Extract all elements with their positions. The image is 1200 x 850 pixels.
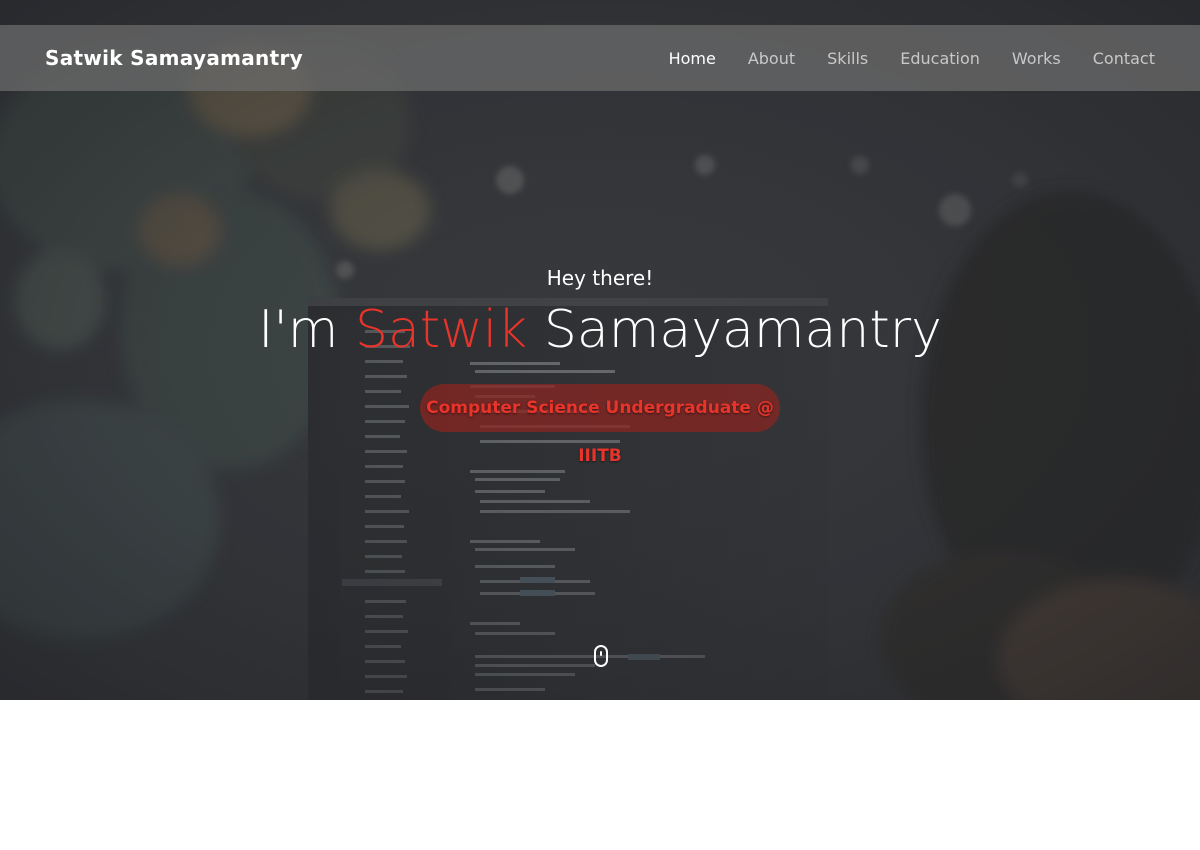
mouse-wheel-icon — [600, 651, 602, 656]
brand-logo-text[interactable]: Satwik Samayamantry — [45, 25, 303, 91]
headline-first-name: Satwik — [354, 300, 528, 360]
content-below-hero — [0, 700, 1200, 850]
hero-headline: I'm Satwik Samayamantry — [0, 300, 1200, 360]
nav-link-works[interactable]: Works — [1012, 49, 1061, 68]
headline-last-name: Samayamantry — [543, 300, 942, 360]
nav-link-contact[interactable]: Contact — [1093, 49, 1155, 68]
hero-section: Satwik Samayamantry Home About Skills Ed… — [0, 0, 1200, 700]
headline-prefix: I'm — [258, 300, 339, 360]
hero-tagline-badge: Computer Science Undergraduate @ IIITB — [420, 384, 780, 466]
nav-link-home[interactable]: Home — [669, 49, 716, 68]
nav-link-about[interactable]: About — [748, 49, 795, 68]
hero-greeting: Hey there! — [546, 266, 654, 290]
nav-link-education[interactable]: Education — [900, 49, 980, 68]
nav-link-skills[interactable]: Skills — [827, 49, 868, 68]
top-navbar: Satwik Samayamantry Home About Skills Ed… — [0, 25, 1200, 91]
nav-links: Home About Skills Education Works Contac… — [637, 25, 1155, 91]
mouse-scroll-icon[interactable] — [594, 645, 608, 667]
